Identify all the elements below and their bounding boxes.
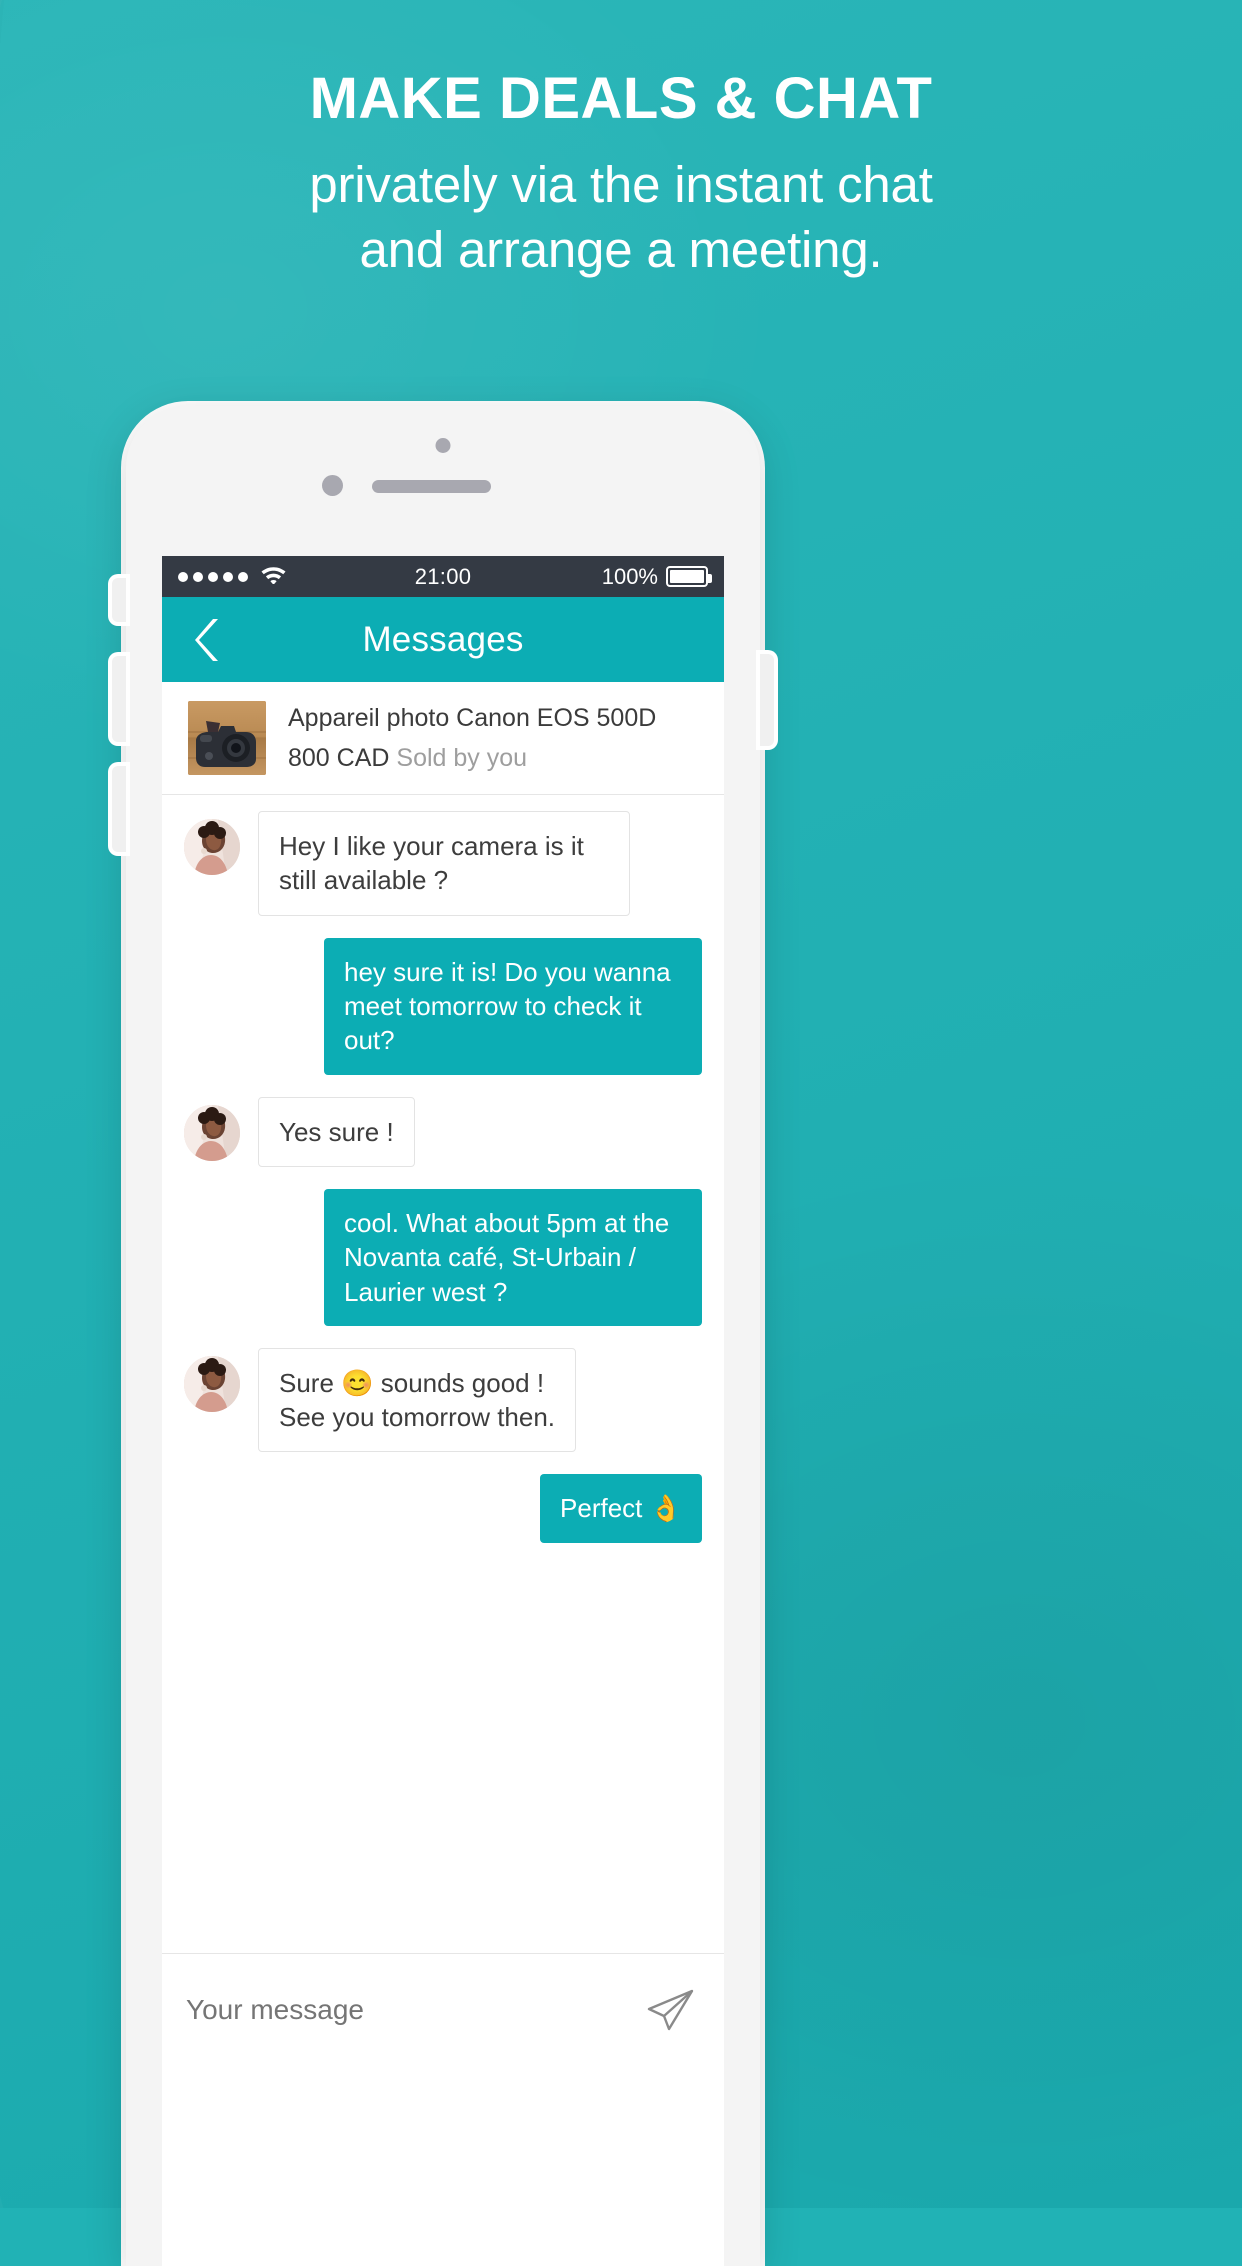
promo-headline: MAKE DEALS & CHAT privately via the inst… xyxy=(0,70,1242,283)
avatar xyxy=(184,1355,240,1412)
send-button[interactable] xyxy=(642,1981,700,2039)
phone-top-bezel xyxy=(126,406,760,556)
app-navbar: Messages xyxy=(162,597,724,682)
listing-status: Sold by you xyxy=(396,743,528,772)
earpiece-speaker-icon xyxy=(372,480,491,493)
message-bubble: Perfect 👌 xyxy=(540,1474,702,1543)
listing-info: Appareil photo Canon EOS 500D 800 CAD So… xyxy=(288,703,656,772)
message-bubble: Yes sure ! xyxy=(258,1096,415,1167)
proximity-sensor-icon xyxy=(322,475,343,496)
message-row: Yes sure ! xyxy=(162,1096,724,1167)
battery-percent-label: 100% xyxy=(601,563,658,589)
message-row: Hey I like your camera is it still avail… xyxy=(162,811,724,916)
wifi-icon xyxy=(260,564,287,590)
listing-title: Appareil photo Canon EOS 500D xyxy=(288,704,657,733)
message-bubble: Sure 😊 sounds good ! See you tomorrow th… xyxy=(258,1347,577,1453)
page-title: Messages xyxy=(362,619,524,659)
back-button[interactable] xyxy=(184,614,230,666)
message-input[interactable] xyxy=(186,1993,642,2026)
battery-icon xyxy=(666,566,712,587)
phone-volume-down xyxy=(112,766,126,852)
status-bar: 21:00 100% xyxy=(162,556,724,597)
chevron-left-icon xyxy=(195,618,218,661)
signal-strength-icon xyxy=(178,571,248,582)
avatar xyxy=(184,1104,240,1161)
message-bubble: hey sure it is! Do you wanna meet tomorr… xyxy=(324,937,702,1075)
listing-meta: 800 CAD Sold by you xyxy=(288,744,656,773)
front-camera-icon xyxy=(435,438,451,453)
phone-mute-switch xyxy=(112,578,126,622)
send-paper-plane-icon xyxy=(647,1989,694,2030)
headline-line-3: and arrange a meeting. xyxy=(359,221,883,279)
phone-mockup: 21:00 100% Messages Appareil photo Canon… xyxy=(112,406,774,2266)
avatar xyxy=(184,819,240,875)
message-row: hey sure it is! Do you wanna meet tomorr… xyxy=(162,937,724,1075)
headline-line-1: MAKE DEALS & CHAT xyxy=(309,66,933,131)
message-bubble: cool. What about 5pm at the Novanta café… xyxy=(324,1188,702,1326)
phone-power-button xyxy=(760,654,774,746)
listing-summary-row[interactable]: Appareil photo Canon EOS 500D 800 CAD So… xyxy=(162,682,724,795)
message-row: cool. What about 5pm at the Novanta café… xyxy=(162,1188,724,1326)
phone-volume-up xyxy=(112,656,126,742)
message-row: Sure 😊 sounds good ! See you tomorrow th… xyxy=(162,1347,724,1453)
headline-line-2: privately via the instant chat xyxy=(309,156,933,213)
message-row: Perfect 👌 xyxy=(162,1474,724,1543)
message-composer xyxy=(162,1953,724,2065)
listing-price: 800 CAD xyxy=(288,743,390,772)
listing-thumbnail xyxy=(188,701,266,775)
status-bar-left xyxy=(178,564,415,590)
chat-message-list[interactable]: Hey I like your camera is it still avail… xyxy=(162,795,724,1953)
message-bubble: Hey I like your camera is it still avail… xyxy=(258,811,630,916)
phone-screen: 21:00 100% Messages Appareil photo Canon… xyxy=(162,556,724,2266)
status-bar-right: 100% xyxy=(471,563,712,590)
status-bar-time: 21:00 xyxy=(414,563,472,589)
